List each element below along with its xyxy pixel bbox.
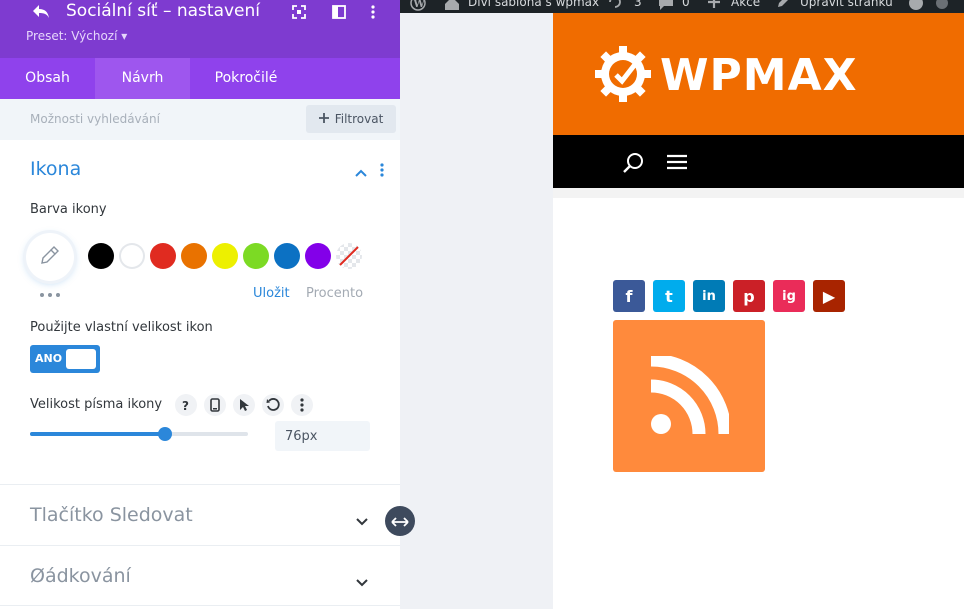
instagram-glyph: ig (782, 288, 796, 304)
edit-page-link[interactable]: Upravit stránku (800, 0, 893, 9)
hamburger-menu-icon[interactable] (667, 154, 687, 174)
more-options-icon[interactable] (362, 1, 384, 23)
wp-admin-bar: W Divi šablona s wpmax 3 0 Akce Upravit … (400, 0, 964, 13)
tab-navrh[interactable]: Návrh (95, 58, 190, 99)
chevron-down-icon[interactable] (356, 572, 368, 587)
rss-follow-button[interactable] (613, 320, 765, 472)
chevron-down-icon[interactable] (356, 511, 368, 526)
palette-more-icon[interactable] (39, 287, 61, 301)
chevron-up-icon[interactable] (354, 164, 368, 177)
section-title-follow-button[interactable]: Tlačítko Sledovat (30, 504, 193, 526)
preset-selector[interactable]: Preset: Výchozí ▾ (26, 28, 127, 44)
color-swatch[interactable] (150, 243, 176, 269)
twitter-glyph: t (665, 286, 673, 306)
rss-icon (649, 353, 732, 440)
pinterest-glyph: p (743, 286, 755, 306)
color-swatch[interactable] (181, 243, 207, 269)
undo-icon[interactable] (30, 1, 52, 23)
logo-gear-icon (594, 45, 652, 107)
svg-text:?: ? (182, 399, 189, 411)
panel-title: Sociální síť – nastavení (66, 1, 261, 21)
reset-icon[interactable] (262, 394, 284, 416)
custom-size-label: Použijte vlastní velikost ikon (30, 320, 213, 335)
search-input[interactable] (20, 105, 290, 133)
section-title-spacing[interactable]: Øádkování (30, 565, 131, 587)
section-title-ikona[interactable]: Ikona (30, 158, 81, 180)
content-separator (553, 188, 964, 198)
filter-label: Filtrovat (334, 112, 384, 126)
save-color-link[interactable]: Uložit (253, 286, 290, 301)
new-content-link[interactable]: Akce (731, 0, 760, 9)
site-logo-text[interactable]: WPMAX (660, 50, 858, 101)
mobile-icon[interactable] (204, 394, 226, 416)
twitter-icon[interactable]: t (653, 280, 685, 312)
color-swatch[interactable] (212, 243, 238, 269)
admin-site-name[interactable]: Divi šablona s wpmax (468, 0, 599, 9)
slider-handle[interactable] (158, 427, 173, 441)
youtube-glyph: ▶ (822, 286, 836, 306)
plus-icon (318, 112, 329, 126)
svg-text:W: W (413, 0, 426, 10)
percent-link[interactable]: Procento (306, 286, 363, 301)
section-divider (0, 545, 400, 546)
section-more-icon[interactable] (380, 162, 390, 180)
site-nav-bar (553, 135, 964, 188)
facebook-glyph: f (625, 286, 633, 306)
avatar[interactable] (934, 0, 950, 13)
toggle-knob (66, 349, 96, 369)
updates-count[interactable]: 3 (634, 0, 642, 9)
split-view-icon[interactable] (328, 1, 350, 23)
filter-button[interactable]: Filtrovat (306, 105, 396, 133)
custom-size-toggle[interactable]: ANO (30, 345, 100, 373)
icon-color-label: Barva ikony (30, 202, 107, 217)
plus-icon[interactable] (707, 0, 721, 12)
section-divider (0, 484, 400, 485)
toggle-label: ANO (35, 352, 63, 365)
linkedin-glyph: in (702, 288, 716, 304)
color-swatch[interactable] (88, 243, 114, 269)
search-icon[interactable] (623, 152, 645, 178)
color-swatch[interactable] (305, 243, 331, 269)
comments-count[interactable]: 0 (682, 0, 690, 9)
color-swatch[interactable] (336, 243, 362, 269)
color-swatch[interactable] (119, 243, 145, 269)
comment-icon[interactable] (658, 0, 674, 13)
section-divider (0, 605, 400, 606)
tab-pokrocile[interactable]: Pokročilé (190, 58, 302, 99)
color-swatch[interactable] (243, 243, 269, 269)
pinterest-icon[interactable]: p (733, 280, 765, 312)
font-size-slider[interactable] (30, 432, 248, 436)
settings-panel: Sociální síť – nastavení Preset: Výchozí… (0, 0, 400, 609)
tab-obsah[interactable]: Obsah (0, 58, 95, 99)
linkedin-icon[interactable]: in (693, 280, 725, 312)
slider-fill (30, 432, 166, 436)
instagram-icon[interactable]: ig (773, 280, 805, 312)
facebook-icon[interactable]: f (613, 280, 645, 312)
eyedropper-icon (40, 245, 60, 269)
wordpress-icon[interactable]: W (410, 0, 426, 13)
color-picker-button[interactable] (26, 233, 74, 281)
divi-icon[interactable] (908, 0, 924, 13)
hover-cursor-icon[interactable] (233, 394, 255, 416)
fullscreen-icon[interactable] (288, 1, 310, 23)
resize-arrows-icon (391, 512, 409, 531)
field-more-icon[interactable] (291, 394, 313, 416)
color-swatch[interactable] (274, 243, 300, 269)
home-icon[interactable] (444, 0, 460, 13)
font-size-label: Velikost písma ikony (30, 397, 163, 412)
panel-resize-handle[interactable] (385, 506, 415, 536)
font-size-input[interactable] (275, 421, 370, 451)
edit-icon[interactable] (776, 0, 790, 12)
youtube-icon[interactable]: ▶ (813, 280, 845, 312)
updates-icon[interactable] (608, 0, 622, 12)
panel-header: Sociální síť – nastavení Preset: Výchozí… (0, 0, 400, 58)
tab-bar: Obsah Návrh Pokročilé (0, 58, 400, 99)
help-icon[interactable]: ? (175, 394, 197, 416)
